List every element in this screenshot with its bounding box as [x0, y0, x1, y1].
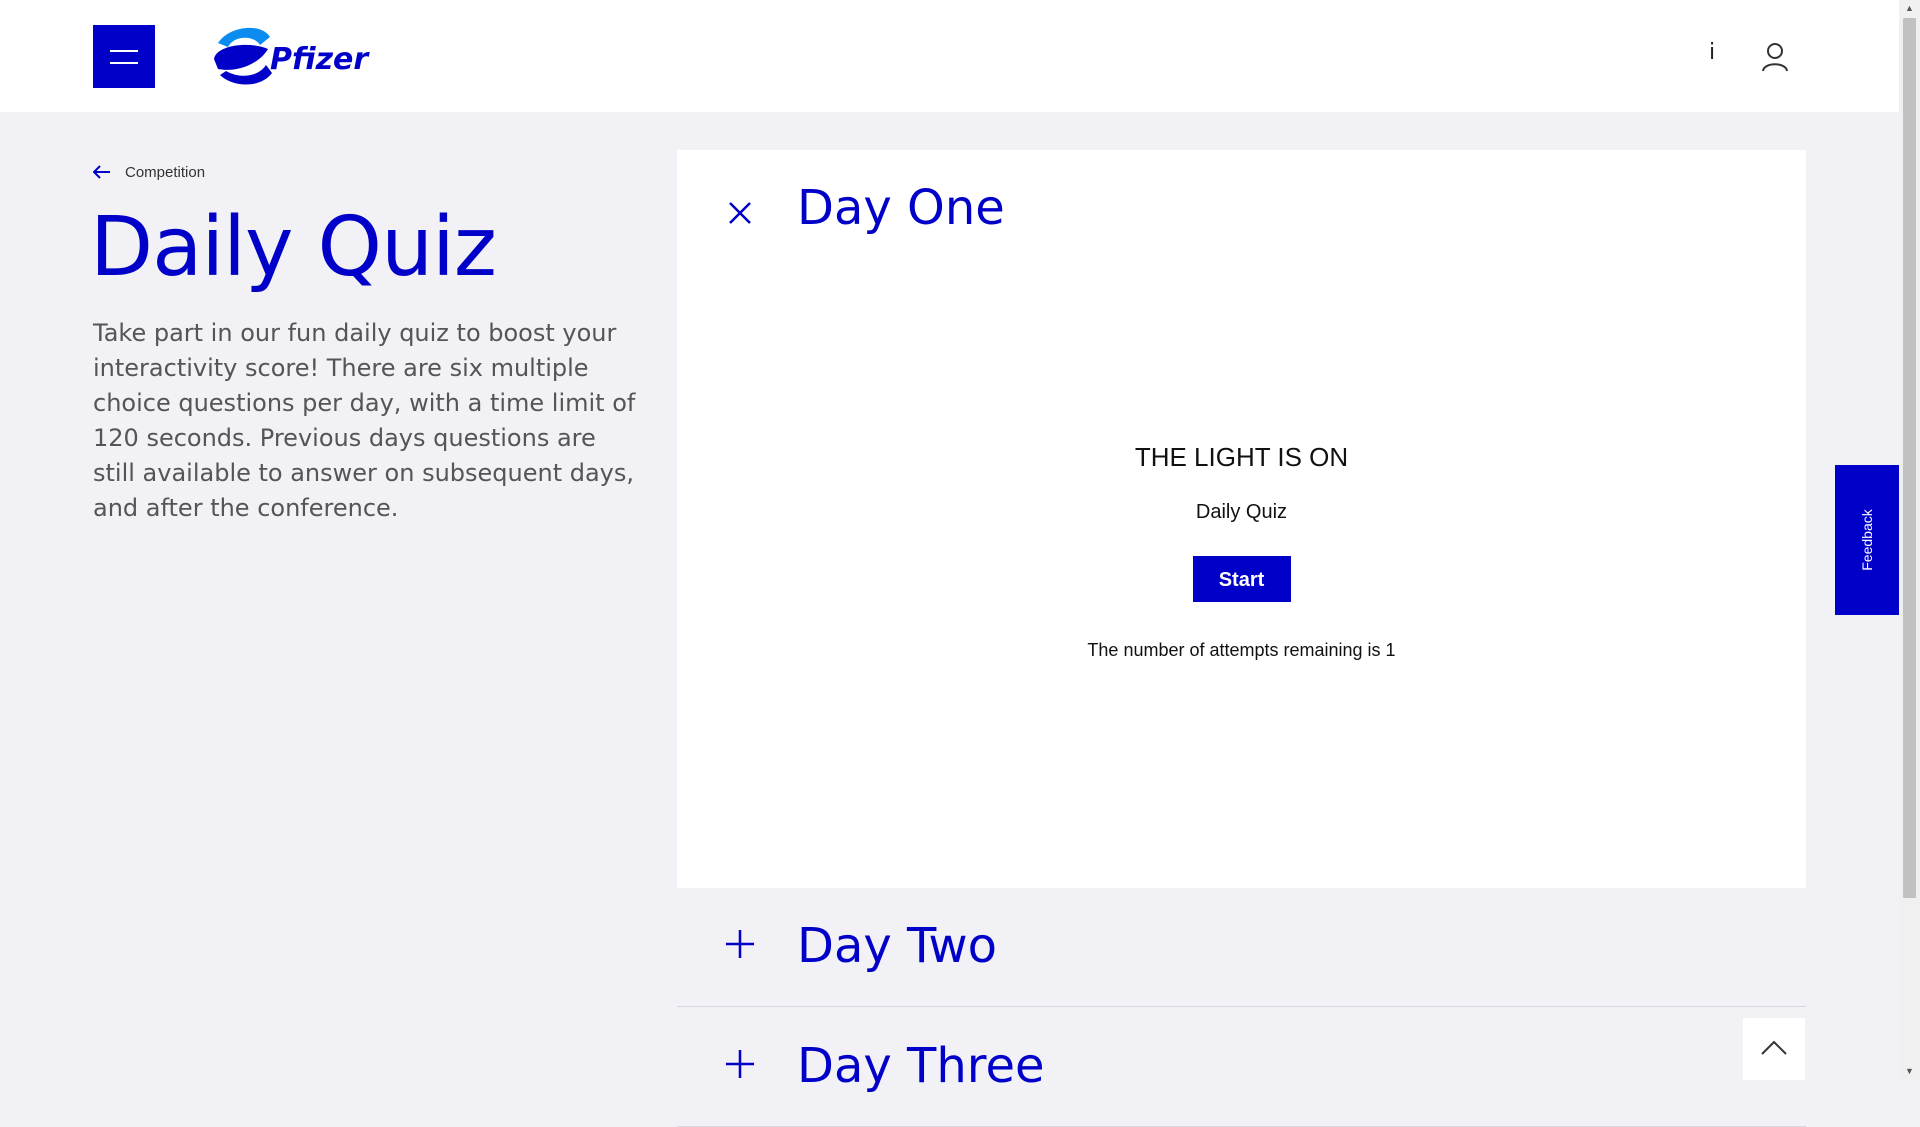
hamburger-line	[110, 50, 138, 52]
quiz-subtitle: Daily Quiz	[1195, 501, 1288, 523]
quiz-heading: THE LIGHT IS ON	[1134, 442, 1349, 472]
feedback-tab[interactable]: Feedback	[1835, 465, 1899, 615]
accordion-title[interactable]: Day Three	[797, 1038, 1045, 1094]
accordion-panel-day-three[interactable]: Day Three	[677, 1008, 1806, 1127]
page-title: Daily Quiz	[90, 200, 497, 295]
scrollbar-thumb[interactable]	[1903, 18, 1916, 898]
accordion-title[interactable]: Day Two	[797, 918, 997, 974]
quiz-card: THE LIGHT IS ON Daily Quiz Start The num…	[677, 442, 1806, 661]
scroll-down-icon[interactable]: ▼	[1899, 1063, 1920, 1080]
accordion-title[interactable]: Day One	[797, 180, 1005, 236]
info-button[interactable]: i	[1700, 40, 1724, 72]
close-icon[interactable]	[722, 195, 758, 231]
logo-wordmark: Pfizer	[270, 42, 370, 77]
user-icon[interactable]	[1760, 42, 1790, 72]
page-intro: Take part in our fun daily quiz to boost…	[93, 319, 636, 522]
pfizer-logo-mark: Pfizer	[214, 27, 370, 85]
arrow-left-icon	[93, 165, 110, 179]
plus-icon	[722, 926, 758, 962]
accordion-panel-day-two[interactable]: Day Two	[677, 888, 1806, 1007]
breadcrumb-label: Competition	[125, 163, 206, 181]
attempts-remaining: The number of attempts remaining is 1	[1087, 640, 1396, 660]
pfizer-logo[interactable]: Pfizer	[210, 23, 370, 89]
start-button[interactable]: Start	[1192, 556, 1291, 602]
plus-icon	[722, 1046, 758, 1082]
scrollbar[interactable]: ▲ ▼	[1899, 0, 1920, 1080]
back-to-top-button[interactable]	[1743, 1018, 1805, 1080]
hamburger-line	[110, 62, 138, 64]
accordion-panel-day-one: Day One THE LIGHT IS ON Daily Quiz Start…	[677, 150, 1806, 888]
feedback-label: Feedback	[1859, 509, 1875, 571]
menu-button[interactable]	[93, 25, 155, 88]
chevron-up-icon	[1761, 1040, 1787, 1055]
scroll-up-icon[interactable]: ▲	[1899, 0, 1920, 17]
site-header: Pfizer i	[0, 0, 1899, 112]
breadcrumb[interactable]: Competition	[93, 160, 205, 184]
